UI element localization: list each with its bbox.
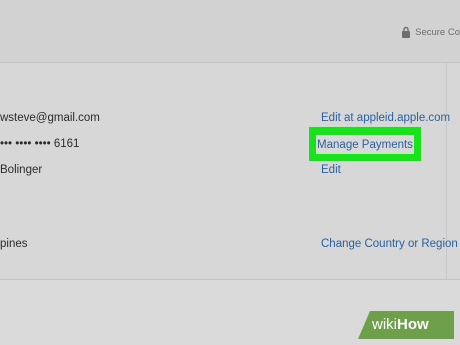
country-value: pines xyxy=(0,238,28,250)
lock-icon xyxy=(402,26,411,38)
edit-name-link[interactable]: Edit xyxy=(321,164,341,176)
watermark-text: wikiHow xyxy=(372,316,429,333)
wikihow-watermark: wikiHow xyxy=(358,311,454,339)
email-value: wsteve@gmail.com xyxy=(0,112,100,124)
secure-connection-label: Secure Co xyxy=(415,26,460,38)
manage-payments-button[interactable]: Manage Payments xyxy=(316,135,414,154)
edit-apple-id-link[interactable]: Edit at appleid.apple.com xyxy=(321,112,450,124)
watermark-suffix: How xyxy=(397,316,429,333)
name-value: Bolinger xyxy=(0,164,43,176)
manage-payments-label: Manage Payments xyxy=(317,138,413,151)
watermark-prefix: wiki xyxy=(372,316,397,333)
card-number-value: ••• •••• •••• 6161 xyxy=(0,138,80,150)
top-bar: Secure Co xyxy=(0,0,460,62)
header-divider xyxy=(0,62,460,63)
change-country-link[interactable]: Change Country or Region xyxy=(321,238,458,250)
secure-connection-indicator: Secure Co xyxy=(401,26,460,38)
